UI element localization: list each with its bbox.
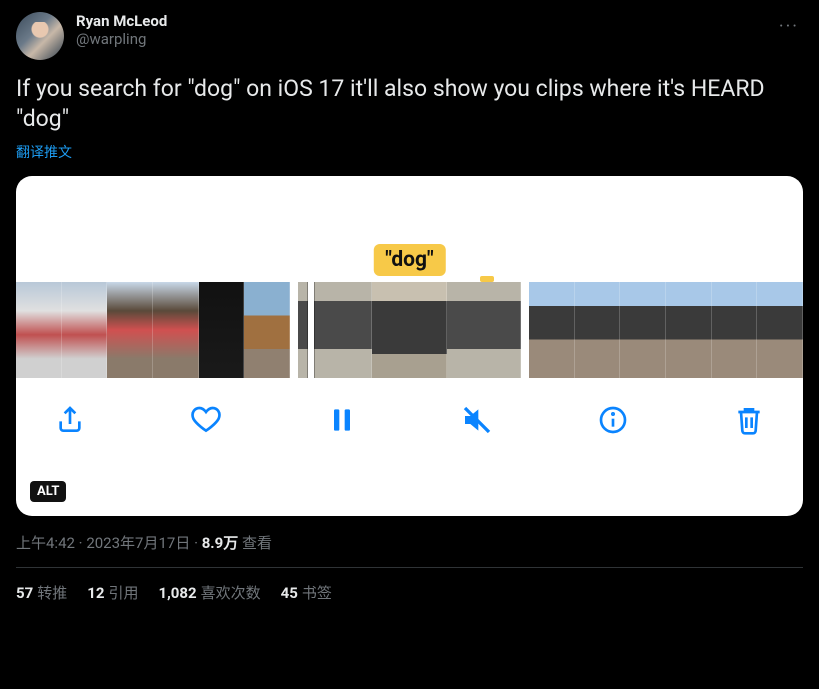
heart-icon — [190, 404, 222, 436]
mute-button[interactable] — [459, 402, 495, 438]
user-block[interactable]: Ryan McLeod @warpling — [76, 12, 167, 48]
clip-thumb[interactable] — [199, 282, 245, 378]
info-icon — [597, 404, 629, 436]
pause-icon — [326, 404, 358, 436]
like-button[interactable] — [188, 402, 224, 438]
delete-button[interactable] — [731, 402, 767, 438]
clip-thumb[interactable] — [666, 282, 712, 378]
share-button[interactable] — [52, 402, 88, 438]
handle: @warpling — [76, 30, 167, 48]
clip-thumb[interactable] — [757, 282, 803, 378]
info-button[interactable] — [595, 402, 631, 438]
alt-badge[interactable]: ALT — [30, 481, 66, 502]
trash-icon — [733, 404, 765, 436]
share-icon — [54, 404, 86, 436]
views-count[interactable]: 8.9万 — [202, 534, 239, 552]
clip-gap — [290, 282, 298, 378]
clip-thumb[interactable] — [16, 282, 62, 378]
search-term-badge: "dog" — [373, 244, 445, 276]
clip-thumb[interactable] — [620, 282, 666, 378]
media-top: "dog" — [16, 176, 803, 282]
tweet-stats: 57转推 12引用 1,082喜欢次数 45书签 — [16, 568, 803, 603]
views-label: 查看 — [242, 534, 272, 552]
avatar[interactable] — [16, 12, 64, 60]
clip-group-1[interactable] — [16, 282, 290, 378]
speaker-muted-icon — [461, 404, 493, 436]
playhead[interactable] — [308, 282, 314, 378]
clip-group-3[interactable] — [529, 282, 803, 378]
media-controls — [16, 378, 803, 462]
tweet-text: If you search for "dog" on iOS 17 it'll … — [16, 74, 803, 134]
clip-thumb[interactable] — [372, 282, 446, 378]
stat-bookmarks[interactable]: 45书签 — [281, 582, 332, 603]
clip-thumb[interactable] — [712, 282, 758, 378]
media-card[interactable]: "dog" — [16, 176, 803, 516]
tweet-meta: 上午4:42 · 2023年7月17日 · 8.9万 查看 — [16, 532, 803, 553]
stat-likes[interactable]: 1,082喜欢次数 — [158, 582, 260, 603]
clip-thumb[interactable] — [244, 282, 290, 378]
tweet-container: Ryan McLeod @warpling ··· If you search … — [0, 0, 819, 603]
clip-thumb[interactable] — [107, 282, 153, 378]
translate-link[interactable]: 翻译推文 — [16, 142, 803, 162]
tweet-time[interactable]: 上午4:42 — [16, 534, 75, 552]
clip-thumb[interactable] — [153, 282, 199, 378]
stat-retweets[interactable]: 57转推 — [16, 582, 67, 603]
clip-thumb[interactable] — [529, 282, 575, 378]
tweet-date[interactable]: 2023年7月17日 — [86, 534, 190, 552]
pause-button[interactable] — [324, 402, 360, 438]
tweet-header: Ryan McLeod @warpling ··· — [16, 12, 803, 60]
clip-thumb[interactable] — [575, 282, 621, 378]
more-button[interactable]: ··· — [775, 12, 803, 41]
clip-gap — [521, 282, 529, 378]
display-name: Ryan McLeod — [76, 12, 167, 30]
video-timeline[interactable] — [16, 282, 803, 378]
clip-thumb[interactable] — [447, 282, 521, 378]
clip-thumb[interactable] — [62, 282, 108, 378]
clip-group-2[interactable] — [298, 282, 521, 378]
stat-quotes[interactable]: 12引用 — [87, 582, 138, 603]
